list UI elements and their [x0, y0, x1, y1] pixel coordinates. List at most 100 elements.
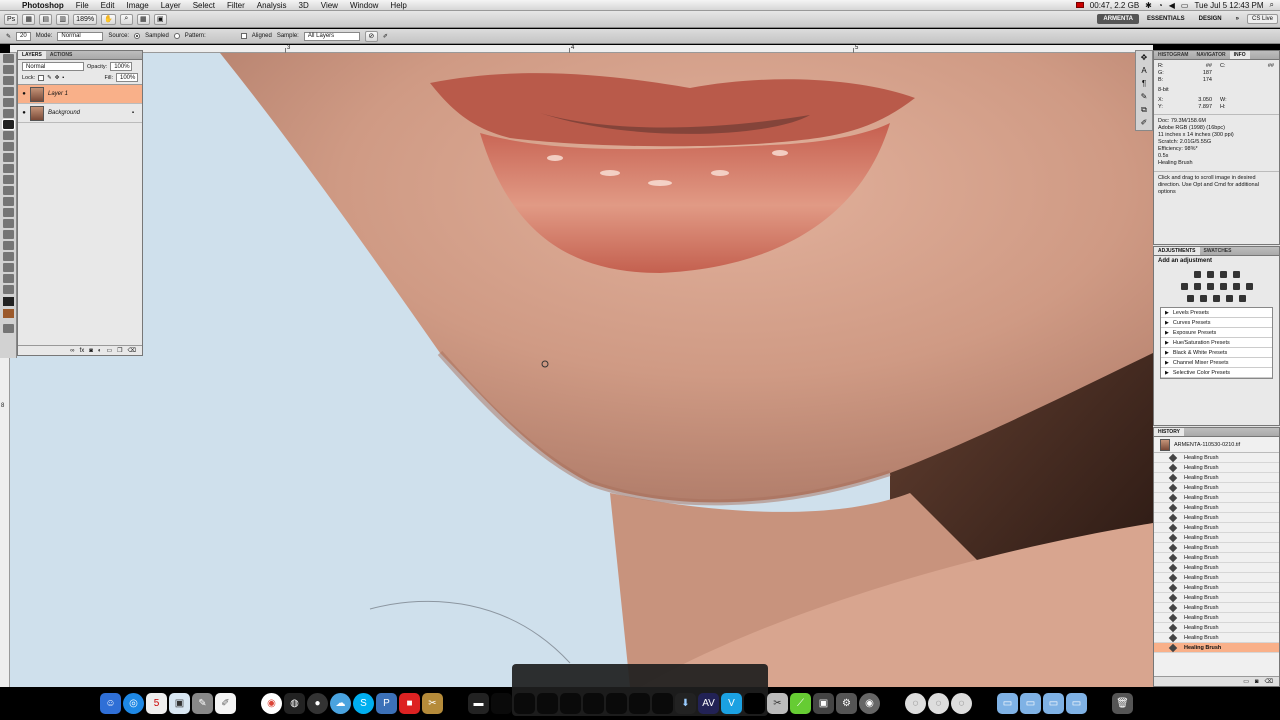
- preset-selective-color[interactable]: ▶ Selective Color Presets: [1161, 368, 1272, 378]
- history-step[interactable]: Healing Brush: [1154, 523, 1279, 533]
- history-step[interactable]: Healing Brush: [1154, 593, 1279, 603]
- bluetooth-icon[interactable]: ✱: [1145, 1, 1152, 10]
- history-step[interactable]: Healing Brush: [1154, 453, 1279, 463]
- wifi-icon[interactable]: ◔: [1158, 1, 1163, 10]
- sampled-radio[interactable]: [134, 33, 141, 39]
- brush-tool-icon[interactable]: [2, 131, 14, 140]
- paragraph-icon[interactable]: ¶: [1136, 77, 1152, 90]
- lock-pixels-icon[interactable]: ✎: [47, 75, 52, 81]
- fill-input[interactable]: 100%: [116, 73, 138, 82]
- graph-icon[interactable]: ⟋: [790, 693, 811, 714]
- crop-tool-icon[interactable]: [2, 98, 14, 107]
- workspace-design[interactable]: DESIGN: [1193, 14, 1228, 24]
- ichat-icon[interactable]: ☁: [330, 693, 351, 714]
- history-step[interactable]: Healing Brush: [1154, 493, 1279, 503]
- history-step[interactable]: Healing Brush: [1154, 503, 1279, 513]
- new-document-icon[interactable]: ▭: [1243, 678, 1249, 685]
- history-step[interactable]: Healing Brush: [1154, 573, 1279, 583]
- terminal-icon[interactable]: ▬: [468, 693, 489, 714]
- lock-transparent-icon[interactable]: [38, 74, 45, 81]
- history-step[interactable]: Healing Brush: [1154, 553, 1279, 563]
- black-white-icon[interactable]: [1219, 283, 1227, 290]
- menu-file[interactable]: File: [70, 1, 95, 10]
- mode-select[interactable]: Normal: [57, 31, 104, 41]
- healing-brush-icon[interactable]: ✎: [6, 33, 11, 40]
- curves-icon[interactable]: [1219, 271, 1227, 278]
- clone-stamp-tool-icon[interactable]: [2, 142, 14, 151]
- folder-icon[interactable]: ▭: [997, 693, 1018, 714]
- menu-edit[interactable]: Edit: [95, 1, 121, 10]
- trash-icon[interactable]: 🗑: [1112, 693, 1133, 714]
- eye-icon[interactable]: ●: [18, 91, 30, 97]
- folder-2-icon[interactable]: ▭: [1020, 693, 1041, 714]
- menu-filter[interactable]: Filter: [221, 1, 251, 10]
- tool-presets-icon[interactable]: ✐: [1136, 116, 1152, 129]
- menu-view[interactable]: View: [315, 1, 344, 10]
- history-step[interactable]: Healing Brush: [1154, 613, 1279, 623]
- brush-picker[interactable]: 20: [16, 31, 31, 41]
- eye-icon[interactable]: ●: [18, 110, 30, 116]
- history-snapshot[interactable]: ARMENTA-110530-0210.tif: [1154, 437, 1279, 453]
- document-canvas[interactable]: [10, 53, 1153, 687]
- bridge-icon[interactable]: ▦: [22, 13, 36, 25]
- history-step[interactable]: Healing Brush: [1154, 623, 1279, 633]
- lock-position-icon[interactable]: ✥: [55, 75, 60, 81]
- channel-mixer-icon[interactable]: [1245, 283, 1253, 290]
- utility-3-icon[interactable]: ◌: [905, 693, 926, 714]
- preview-icon[interactable]: ▣: [169, 693, 190, 714]
- menu-image[interactable]: Image: [120, 1, 154, 10]
- delete-state-icon[interactable]: ⌫: [1265, 678, 1273, 685]
- clone-source-icon[interactable]: ⧉: [1136, 103, 1152, 116]
- compressor-icon[interactable]: ⬇: [675, 693, 696, 714]
- tab-actions[interactable]: ACTIONS: [46, 51, 77, 59]
- gradient-map-icon[interactable]: [1226, 295, 1233, 302]
- history-step[interactable]: Healing Brush: [1154, 563, 1279, 573]
- eyedropper-tool-icon[interactable]: [2, 109, 14, 118]
- workspace-more[interactable]: »: [1230, 14, 1245, 24]
- sample-select[interactable]: All Layers: [303, 31, 360, 41]
- 3d-rotate-tool-icon[interactable]: [2, 252, 14, 261]
- preset-exposure[interactable]: ▶ Exposure Presets: [1161, 328, 1272, 338]
- vibrance-icon[interactable]: [1180, 283, 1188, 290]
- adjustment-layer-icon[interactable]: ◐: [98, 348, 102, 354]
- quick-mask-icon[interactable]: [2, 324, 14, 333]
- arrange-icon[interactable]: ▦: [136, 13, 150, 25]
- menu-select[interactable]: Select: [187, 1, 221, 10]
- minibridge-icon[interactable]: ▤: [39, 13, 53, 25]
- new-layer-icon[interactable]: ❐: [117, 347, 122, 354]
- quick-select-tool-icon[interactable]: [2, 87, 14, 96]
- xcode-icon[interactable]: ✂: [767, 693, 788, 714]
- menu-help[interactable]: Help: [384, 1, 412, 10]
- hand-icon[interactable]: ✋: [101, 13, 116, 25]
- preset-levels[interactable]: ▶ Levels Presets: [1161, 308, 1272, 318]
- folder-3-icon[interactable]: ▭: [1043, 693, 1064, 714]
- layer-row-background[interactable]: ● Background ▪: [18, 104, 142, 123]
- history-step[interactable]: Healing Brush: [1154, 483, 1279, 493]
- monitor-icon[interactable]: ▣: [813, 693, 834, 714]
- layer-style-icon[interactable]: fx: [80, 348, 85, 354]
- posterize-icon[interactable]: [1200, 295, 1207, 302]
- workspace-armenta[interactable]: ARMENTA: [1097, 14, 1139, 24]
- preset-black-white[interactable]: ▶ Black & White Presets: [1161, 348, 1272, 358]
- tab-history[interactable]: HISTORY: [1154, 428, 1184, 436]
- history-step[interactable]: Healing Brush: [1154, 633, 1279, 643]
- utility-4-icon[interactable]: ◌: [928, 693, 949, 714]
- tab-navigator[interactable]: NAVIGATOR: [1192, 51, 1229, 59]
- foreground-color-swatch[interactable]: [2, 297, 14, 306]
- cs-live-button[interactable]: CS Live: [1246, 14, 1278, 24]
- 3d-orbit-tool-icon[interactable]: [2, 263, 14, 272]
- zoom-tool-icon[interactable]: ⌕: [119, 13, 133, 25]
- skype-icon[interactable]: S: [353, 693, 374, 714]
- pattern-radio[interactable]: [173, 33, 180, 39]
- gradient-tool-icon[interactable]: [2, 175, 14, 184]
- link-layers-icon[interactable]: ∞: [70, 348, 74, 354]
- threshold-icon[interactable]: [1213, 295, 1220, 302]
- tab-histogram[interactable]: HISTOGRAM: [1154, 51, 1192, 59]
- menu-analysis[interactable]: Analysis: [251, 1, 293, 10]
- ps-logo-icon[interactable]: Ps: [4, 13, 19, 25]
- dvd-icon[interactable]: ●: [307, 693, 328, 714]
- hand-tool-icon[interactable]: [2, 274, 14, 283]
- layer-row-layer-1[interactable]: ● Layer 1: [18, 85, 142, 104]
- color-balance-icon[interactable]: [1206, 283, 1214, 290]
- extras-icon[interactable]: ▥: [56, 13, 70, 25]
